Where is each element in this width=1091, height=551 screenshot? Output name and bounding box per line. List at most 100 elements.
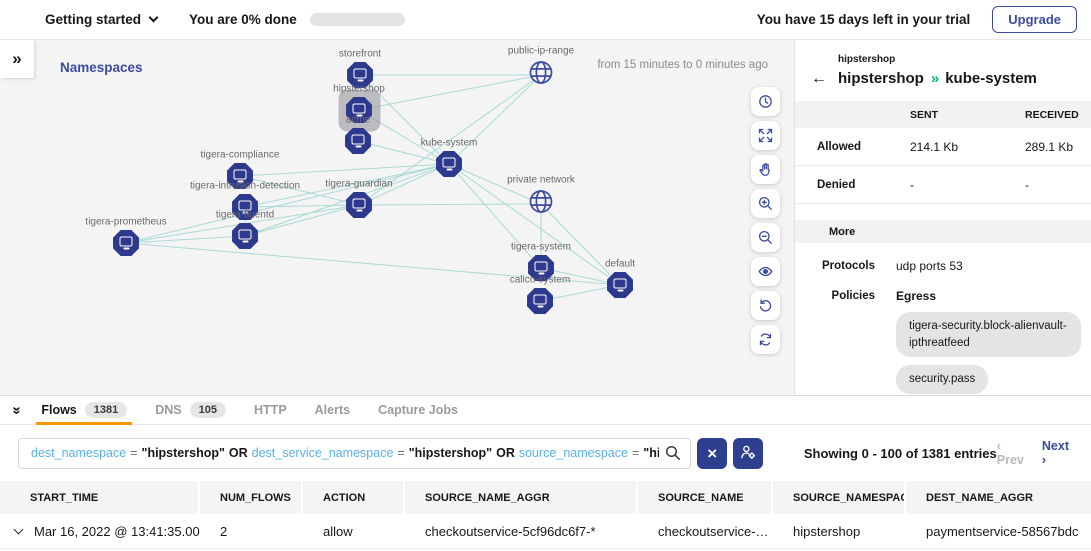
graph-node-private-network[interactable]: private network <box>527 188 555 221</box>
progress-bar <box>310 13 405 26</box>
graph-toolbar <box>751 87 780 354</box>
tab-label: Capture Jobs <box>378 403 458 417</box>
graph-node-tigera-prometheus[interactable]: tigera-prometheus <box>113 230 140 257</box>
monitor-glyph <box>534 295 547 305</box>
monitor-glyph <box>443 158 456 168</box>
getting-started-label: Getting started <box>45 12 141 27</box>
zoom-in-button[interactable] <box>751 189 780 218</box>
more-section-header: More <box>795 220 1091 243</box>
refresh-button[interactable] <box>751 325 780 354</box>
query-token-op: = <box>130 446 137 460</box>
graph-node-tigera-fluentd[interactable]: tigera-fluentd <box>232 223 259 250</box>
column-header-source-name[interactable]: SOURCE_NAME <box>638 481 773 514</box>
graph-node-calico-system[interactable]: calico-system <box>527 288 554 315</box>
flows-query-input[interactable]: dest_namespace="hipstershop"ORdest_servi… <box>18 438 691 469</box>
query-token-key: dest_namespace <box>31 446 126 460</box>
sidebar-expand-button[interactable]: » <box>0 40 34 78</box>
policy-pill[interactable]: tigera-security.block-alienvault-ipthrea… <box>896 312 1081 357</box>
column-header-start-time[interactable]: START_TIME <box>0 481 200 514</box>
node-label: tigera-prometheus <box>85 217 166 228</box>
monitor-glyph <box>120 237 133 247</box>
person-gear-icon <box>740 444 756 463</box>
bottom-tabs: Flows1381DNS105 HTTP Alerts Capture Jobs <box>27 396 472 424</box>
pan-button[interactable] <box>751 155 780 184</box>
top-bar-left: Getting started You are 0% done <box>45 12 405 27</box>
graph-node-kube-system[interactable]: kube-system <box>436 151 463 178</box>
breadcrumb: hipstershop <box>838 54 1091 65</box>
node-label: hipstershop <box>333 84 385 95</box>
tab-capture-jobs[interactable]: Capture Jobs <box>364 396 472 424</box>
graph-node-public-ip-range[interactable]: public-ip-range <box>527 59 555 92</box>
fit-view-button[interactable] <box>751 121 780 150</box>
time-range-button[interactable] <box>751 87 780 116</box>
protocols-value: udp ports 53 <box>896 259 1081 273</box>
node-label: storefront <box>339 49 381 60</box>
column-header-num-flows[interactable]: NUM_FLOWS <box>200 481 303 514</box>
namespace-icon <box>345 128 372 155</box>
tab-http[interactable]: HTTP <box>240 396 301 424</box>
flows-panel: » Flows1381DNS105HTTPAlertsCapture Jobs … <box>0 395 1091 551</box>
monitor-glyph <box>239 230 252 240</box>
namespace-icon <box>113 230 140 257</box>
clear-query-button[interactable]: × <box>697 438 727 469</box>
column-header-source-name-aggr[interactable]: SOURCE_NAME_AGGR <box>405 481 638 514</box>
node-label: calico-system <box>510 275 571 286</box>
node-label: kube-system <box>421 138 478 149</box>
cell-action: allow <box>303 524 405 539</box>
graph-node-acme[interactable]: acme <box>345 128 372 155</box>
cell-source-namespace: hipstershop <box>773 524 906 539</box>
getting-started-menu[interactable]: Getting started <box>45 12 157 27</box>
graph-node-tigera-guardian[interactable]: tigera-guardian <box>346 192 373 219</box>
collapse-panel-button[interactable]: » <box>9 406 26 414</box>
globe-icon <box>527 59 555 92</box>
column-header-action[interactable]: ACTION <box>303 481 405 514</box>
namespace-icon <box>232 223 259 250</box>
stats-row-denied: Denied-- <box>795 166 1091 204</box>
tab-label: Alerts <box>315 403 350 417</box>
time-range-label: from 15 minutes to 0 minutes ago <box>597 59 768 71</box>
user-query-settings-button[interactable] <box>733 438 763 469</box>
policy-pills: tigera-security.block-alienvault-ipthrea… <box>896 312 1081 395</box>
hand-icon <box>758 162 773 177</box>
column-header-source-namespace[interactable]: SOURCE_NAMESPACE <box>773 481 906 514</box>
query-token-bool: OR <box>229 446 248 460</box>
node-label: private network <box>507 175 575 186</box>
graph-node-default[interactable]: default <box>607 272 634 299</box>
query-token-key: source_namespace <box>519 446 628 460</box>
close-icon: × <box>707 445 717 462</box>
next-page-button[interactable]: Next › <box>1042 439 1075 467</box>
node-label: tigera-fluentd <box>216 210 274 221</box>
globe-icon <box>527 188 555 221</box>
tab-alerts[interactable]: Alerts <box>301 396 364 424</box>
node-label: tigera-compliance <box>201 150 280 161</box>
clock-icon <box>758 94 773 109</box>
tab-label: HTTP <box>254 403 287 417</box>
bottom-tab-bar: » Flows1381DNS105 HTTP Alerts Capture Jobs <box>0 396 1091 425</box>
query-token-value: "hipstershop" <box>142 446 225 460</box>
col-sent: SENT <box>880 109 995 121</box>
policy-pill[interactable]: security.pass <box>896 365 988 394</box>
top-bar-right: You have 15 days left in your trial Upgr… <box>757 6 1077 33</box>
row-expand-chevron-icon[interactable] <box>14 524 24 534</box>
query-token-bool: OR <box>496 446 515 460</box>
tab-flows[interactable]: Flows1381 <box>27 396 141 424</box>
column-header-dest-name-aggr[interactable]: DEST_NAME_AGGR <box>906 481 1091 514</box>
upgrade-button[interactable]: Upgrade <box>992 6 1077 33</box>
undo-button[interactable] <box>751 291 780 320</box>
showing-entries-label: Showing 0 - 100 of 1381 entries <box>804 446 997 461</box>
prev-page-button[interactable]: ‹ Prev <box>997 439 1030 467</box>
tab-dns[interactable]: DNS105 <box>141 396 240 424</box>
monitor-glyph <box>234 170 247 180</box>
monitor-glyph <box>353 104 366 114</box>
flows-table-body: Mar 16, 2022 @ 13:41:35.0002allowcheckou… <box>0 514 1091 549</box>
col-received: RECEIVED <box>995 109 1091 121</box>
namespace-icon <box>607 272 634 299</box>
query-token-op: = <box>632 446 639 460</box>
visibility-button[interactable] <box>751 257 780 286</box>
progress-label: You are 0% done <box>189 12 297 27</box>
back-button[interactable]: ← <box>811 71 827 87</box>
zoom-out-button[interactable] <box>751 223 780 252</box>
monitor-glyph <box>353 199 366 209</box>
table-row[interactable]: Mar 16, 2022 @ 13:41:35.0002allowcheckou… <box>0 514 1091 549</box>
detail-panel: hipstershop ← hipstershop » kube-system … <box>795 40 1091 395</box>
